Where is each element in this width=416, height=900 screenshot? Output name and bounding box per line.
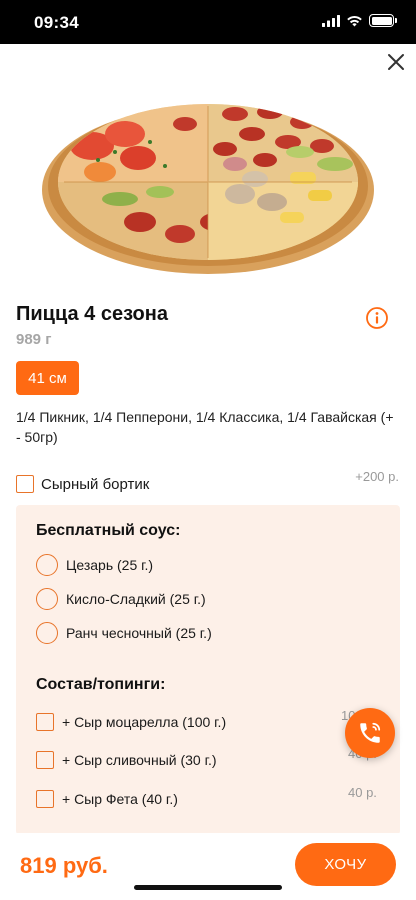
options-panel: Бесплатный соус: Цезарь (25 г.) Кисло-Сл… <box>16 505 400 835</box>
status-time: 09:34 <box>34 13 79 32</box>
topping-option[interactable]: + Сыр сливочный (30 г.) <box>36 751 217 769</box>
product-description: 1/4 Пикник, 1/4 Пепперони, 1/4 Классика,… <box>16 409 394 445</box>
product-weight: 989 г <box>16 331 52 348</box>
topping-checkbox[interactable] <box>36 790 54 808</box>
crust-option[interactable]: Сырный бортик <box>16 474 400 494</box>
order-button[interactable]: ХОЧУ <box>295 843 396 886</box>
status-icons <box>322 14 397 27</box>
sauce-radio[interactable] <box>36 554 58 576</box>
product-image <box>40 94 376 278</box>
sauce-option[interactable]: Цезарь (25 г.) <box>36 554 153 576</box>
info-button[interactable] <box>365 306 389 330</box>
topping-checkbox[interactable] <box>36 751 54 769</box>
product-title: Пицца 4 сезона <box>16 303 168 325</box>
topping-label: + Сыр Фета (40 г.) <box>62 791 178 807</box>
topping-option[interactable]: + Сыр Фета (40 г.) <box>36 790 178 808</box>
sauce-option-label: Ранч чесночный (25 г.) <box>66 625 212 641</box>
crust-price: +200 р. <box>355 469 399 484</box>
crust-label: Сырный бортик <box>41 475 150 493</box>
sauce-radio[interactable] <box>36 622 58 644</box>
topping-checkbox[interactable] <box>36 713 54 731</box>
status-bar: 09:34 <box>0 0 416 44</box>
sauce-radio[interactable] <box>36 588 58 610</box>
phone-icon <box>360 722 381 743</box>
call-button[interactable] <box>345 708 395 758</box>
crust-checkbox[interactable] <box>16 475 34 493</box>
sauce-section-title: Бесплатный соус: <box>36 522 181 539</box>
signal-icon <box>322 14 340 27</box>
sauce-option[interactable]: Ранч чесночный (25 г.) <box>36 622 212 644</box>
topping-price: 40 р. <box>348 785 377 800</box>
total-price: 819 руб. <box>20 853 108 878</box>
sauce-option-label: Кисло-Сладкий (25 г.) <box>66 591 206 607</box>
topping-option[interactable]: + Сыр моцарелла (100 г.) <box>36 713 226 731</box>
home-indicator <box>134 885 282 890</box>
topping-label: + Сыр сливочный (30 г.) <box>62 752 217 768</box>
topping-label: + Сыр моцарелла (100 г.) <box>62 714 227 730</box>
sauce-option[interactable]: Кисло-Сладкий (25 г.) <box>36 588 206 610</box>
close-button[interactable] <box>386 52 406 72</box>
close-icon <box>388 54 404 70</box>
size-option-selected[interactable]: 41 см <box>16 361 79 395</box>
battery-icon <box>369 14 397 27</box>
sauce-option-label: Цезарь (25 г.) <box>66 557 154 573</box>
wifi-icon <box>347 15 362 26</box>
toppings-section-title: Состав/топинги: <box>36 676 166 693</box>
info-icon <box>366 307 388 329</box>
